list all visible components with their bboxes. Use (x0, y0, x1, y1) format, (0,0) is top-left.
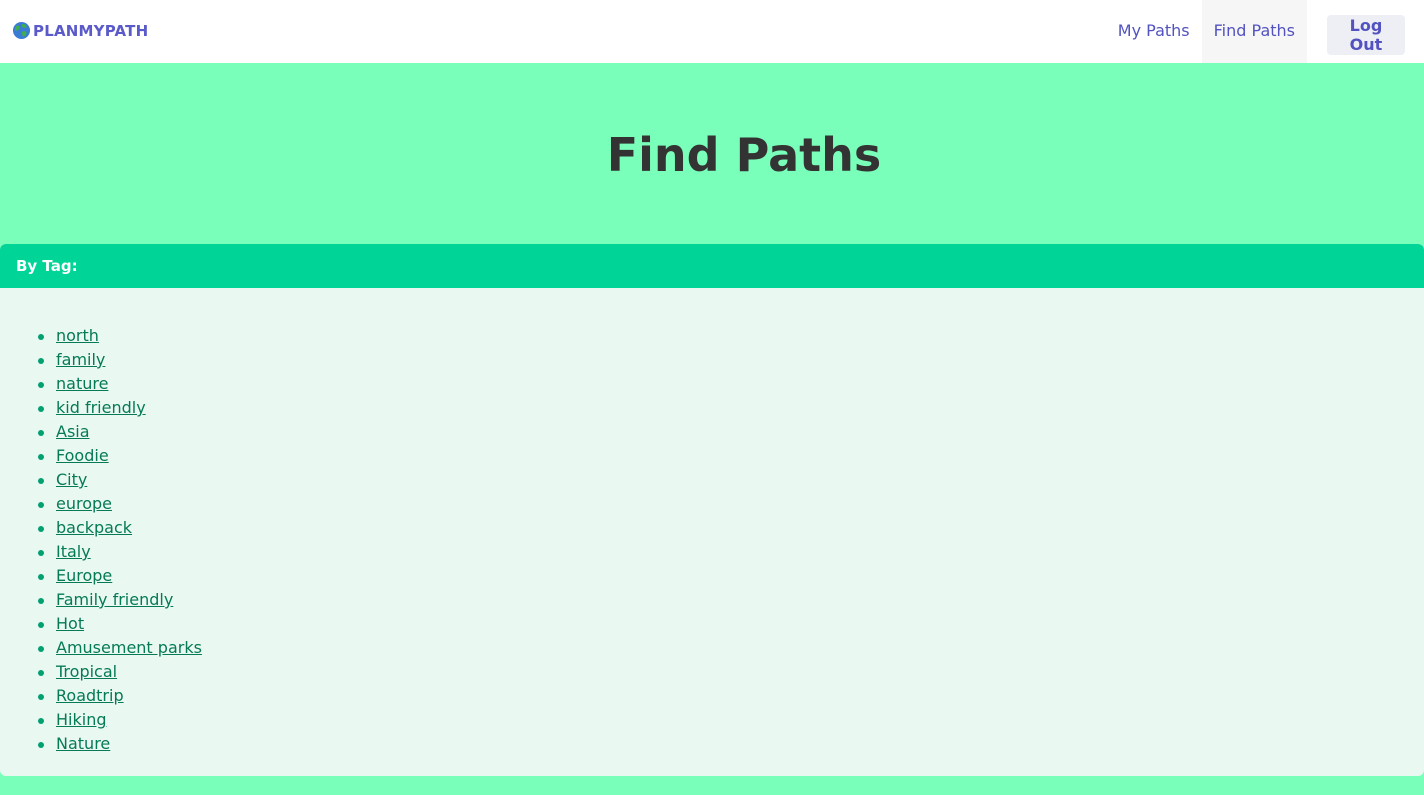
tag-link[interactable]: europe (56, 494, 112, 513)
tag-link[interactable]: Family friendly (56, 590, 173, 609)
nav-find-paths[interactable]: Find Paths (1201, 0, 1307, 63)
list-item: kid friendly (38, 396, 1424, 420)
list-item: Hot (38, 612, 1424, 636)
tag-link[interactable]: Tropical (56, 662, 117, 681)
list-item: Hiking (38, 708, 1424, 732)
tag-link[interactable]: Italy (56, 542, 91, 561)
list-item: Tropical (38, 660, 1424, 684)
tag-link[interactable]: Hiking (56, 710, 106, 729)
tag-card: By Tag: north family nature kid friendly… (0, 244, 1424, 776)
list-item: europe (38, 492, 1424, 516)
tag-link[interactable]: north (56, 326, 99, 345)
hero-section: Find Paths (0, 63, 1424, 244)
logout-button[interactable]: Log Out (1327, 15, 1405, 55)
tag-link[interactable]: Hot (56, 614, 84, 633)
tag-link[interactable]: nature (56, 374, 108, 393)
page: PLANMYPATH My Paths Find Paths Log Out F… (0, 0, 1424, 795)
list-item: Roadtrip (38, 684, 1424, 708)
list-item: Family friendly (38, 588, 1424, 612)
list-item: family (38, 348, 1424, 372)
list-item: Nature (38, 732, 1424, 756)
navbar: PLANMYPATH My Paths Find Paths Log Out (0, 0, 1424, 63)
tag-link[interactable]: backpack (56, 518, 132, 537)
brand-name: PLANMYPATH (33, 21, 149, 40)
tag-link[interactable]: Asia (56, 422, 90, 441)
list-item: City (38, 468, 1424, 492)
list-item: nature (38, 372, 1424, 396)
list-item: Europe (38, 564, 1424, 588)
nav-my-paths[interactable]: My Paths (1106, 0, 1202, 63)
nav-links: My Paths Find Paths Log Out (1106, 0, 1424, 63)
brand-link[interactable]: PLANMYPATH (12, 21, 148, 40)
tag-link[interactable]: family (56, 350, 105, 369)
list-item: Italy (38, 540, 1424, 564)
list-item: Foodie (38, 444, 1424, 468)
page-title: Find Paths (606, 127, 882, 182)
tag-link[interactable]: City (56, 470, 87, 489)
tag-link[interactable]: Foodie (56, 446, 109, 465)
list-item: Asia (38, 420, 1424, 444)
list-item: Amusement parks (38, 636, 1424, 660)
tag-link[interactable]: kid friendly (56, 398, 146, 417)
globe-icon (12, 21, 31, 40)
list-item: north (38, 324, 1424, 348)
tag-link[interactable]: Nature (56, 734, 110, 753)
tag-link[interactable]: Roadtrip (56, 686, 124, 705)
tag-card-header: By Tag: (0, 244, 1424, 288)
list-item: backpack (38, 516, 1424, 540)
tag-list: north family nature kid friendly Asia Fo… (0, 288, 1424, 756)
tag-link[interactable]: Amusement parks (56, 638, 202, 657)
tag-link[interactable]: Europe (56, 566, 112, 585)
